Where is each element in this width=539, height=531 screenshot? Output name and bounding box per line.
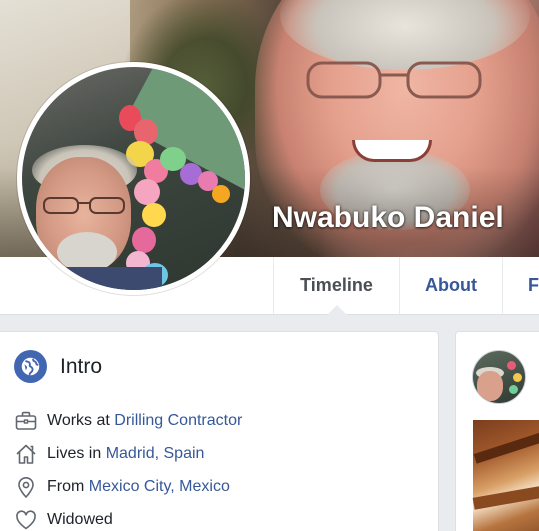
profile-picture[interactable] [17, 62, 250, 295]
profile-name[interactable]: Nwabuko Daniel [272, 201, 504, 235]
post-card [455, 331, 539, 531]
intro-card: Intro Works at Drilling Contractor Lives… [0, 331, 439, 531]
tab-about[interactable]: About [399, 257, 502, 314]
active-tab-indicator [327, 305, 347, 315]
work-link[interactable]: Drilling Contractor [114, 412, 242, 430]
intro-lives: Lives in Madrid, Spain [14, 442, 204, 466]
post-photo[interactable] [472, 420, 539, 531]
intro-relationship: Widowed [14, 508, 113, 531]
globe-icon [14, 350, 47, 383]
intro-header: Intro [14, 350, 102, 383]
tab-friends[interactable]: F [502, 257, 539, 314]
location-pin-icon [14, 475, 38, 499]
post-author-avatar[interactable] [472, 350, 526, 404]
briefcase-icon [14, 409, 38, 433]
profile-page: Nwabuko Daniel Timeline About F Intro Wo… [0, 0, 539, 531]
intro-title: Intro [60, 354, 103, 378]
home-icon [14, 442, 38, 466]
intro-from: From Mexico City, Mexico [14, 475, 230, 499]
lives-link[interactable]: Madrid, Spain [106, 445, 205, 463]
heart-icon [14, 508, 38, 531]
from-link[interactable]: Mexico City, Mexico [89, 478, 230, 496]
intro-work: Works at Drilling Contractor [14, 409, 242, 433]
